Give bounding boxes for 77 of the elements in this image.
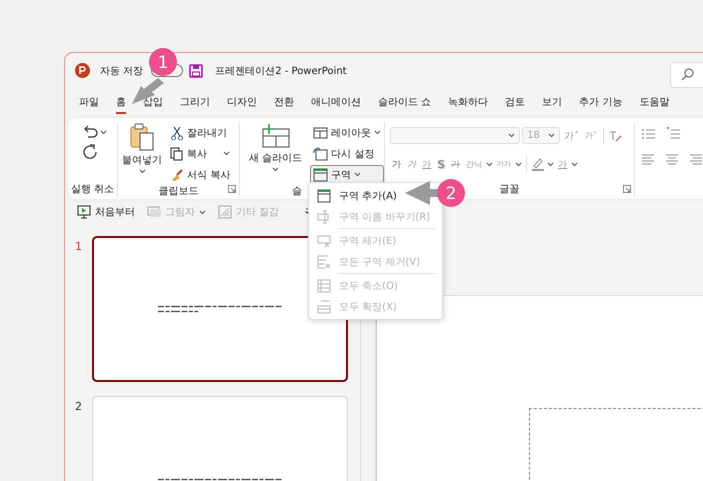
- ribbon-tab[interactable]: 녹화하다: [448, 92, 488, 114]
- dialog-launcher-icon[interactable]: [228, 185, 236, 193]
- toolbar-button[interactable]: 처음부터: [77, 205, 135, 219]
- shadow-icon: [147, 205, 161, 219]
- slide-number: 1: [75, 239, 83, 255]
- caret-icon: [508, 133, 516, 138]
- slide-number: 2: [75, 399, 83, 415]
- slide-option-button[interactable]: 구역: [310, 165, 384, 184]
- caret-icon: [100, 130, 107, 134]
- pointer-arrow: [405, 181, 438, 205]
- remove-all-icon: [317, 254, 331, 268]
- rename-icon: [317, 210, 331, 224]
- ribbon-tab[interactable]: 전환: [274, 92, 294, 114]
- section-icon: [313, 168, 328, 182]
- new-slide-button[interactable]: 새 슬라이드: [246, 123, 306, 184]
- ribbon-tab[interactable]: 홈: [116, 92, 126, 114]
- ribbon-tab[interactable]: 파일: [79, 92, 99, 114]
- caret-icon: [354, 172, 362, 177]
- clipboard-button[interactable]: 서식 복사: [167, 165, 234, 184]
- caret-icon: [515, 162, 522, 166]
- texture-icon: [218, 205, 232, 219]
- ribbon-tab[interactable]: 보기: [542, 92, 562, 114]
- undo-icon: [82, 125, 98, 139]
- caret-icon: [223, 151, 230, 156]
- align-left-icon[interactable]: [641, 153, 655, 166]
- caret-icon: [272, 167, 280, 172]
- expand-icon: [317, 300, 331, 314]
- window-title: 프레젠테이션2 - PowerPoint: [215, 64, 347, 78]
- caret-icon: [138, 169, 146, 174]
- clipboard-icon: [129, 123, 156, 151]
- caret-icon: [199, 210, 206, 214]
- app-logo-icon: [75, 63, 90, 78]
- redo-icon: [82, 143, 98, 159]
- collapse-icon: [317, 278, 331, 292]
- ribbon-tab[interactable]: 그리기: [180, 92, 210, 114]
- caret-icon: [547, 162, 554, 166]
- ribbon-tab[interactable]: 디자인: [227, 92, 257, 114]
- add-section-icon: [317, 188, 331, 202]
- group-label: 클립보드: [158, 185, 199, 199]
- paste-button[interactable]: 붙여넣기: [122, 123, 162, 184]
- group-label: 슬: [292, 185, 302, 199]
- bullets-icon[interactable]: [641, 127, 656, 141]
- align-right-icon[interactable]: [689, 153, 703, 166]
- clear-format-icon[interactable]: [608, 128, 622, 142]
- group-label: 실행 취소: [70, 183, 114, 197]
- slide-option-button[interactable]: 레이아웃: [310, 123, 384, 142]
- clipboard-button[interactable]: 잘라내기: [167, 123, 234, 142]
- align-center-icon[interactable]: [665, 153, 679, 166]
- save-icon[interactable]: [189, 64, 204, 78]
- ribbon-tab[interactable]: 검토: [505, 92, 526, 114]
- ribbon-tab[interactable]: 추가 기능: [579, 92, 622, 114]
- dialog-launcher-icon[interactable]: [623, 185, 631, 193]
- ribbon-tab[interactable]: 애니메이션: [311, 92, 361, 114]
- ribbon-tab[interactable]: 삽입: [143, 92, 163, 114]
- pages-icon: [170, 146, 184, 160]
- ribbon-tab[interactable]: 도움말: [639, 92, 670, 114]
- layout-icon: [313, 126, 328, 140]
- paintbrush-icon: [170, 168, 184, 182]
- scissors-icon: [170, 126, 184, 140]
- step-callout-tooltip: 1: [149, 48, 177, 76]
- new-slide-icon: [260, 123, 291, 149]
- caret-icon: [486, 162, 494, 166]
- caret-icon: [374, 130, 382, 135]
- group-label: 글꼴: [500, 183, 520, 197]
- step-callout-tooltip: 2: [437, 179, 465, 207]
- reset-slide-icon: [313, 146, 328, 160]
- clipboard-button[interactable]: 복사: [167, 144, 234, 163]
- caret-icon: [571, 162, 578, 166]
- slide-option-button[interactable]: 다시 설정: [310, 144, 384, 163]
- remove-section-icon: [317, 234, 331, 248]
- undo-button[interactable]: [82, 125, 107, 139]
- caret-icon: [548, 133, 556, 138]
- slideshow-icon: [77, 205, 91, 219]
- highlighter-icon[interactable]: [531, 157, 546, 171]
- autosave-label: 자동 저장: [100, 64, 144, 78]
- ribbon-tab[interactable]: 슬라이드 쇼: [378, 92, 432, 114]
- search-icon: [681, 68, 694, 81]
